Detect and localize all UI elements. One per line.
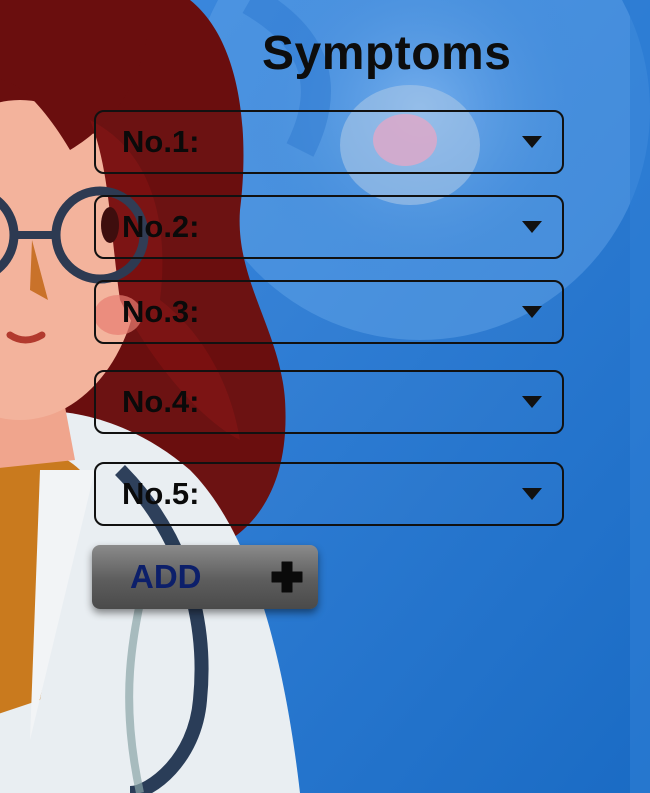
- symptom-dropdown-label: No.2:: [122, 209, 200, 244]
- plus-icon: [271, 561, 303, 593]
- symptom-dropdown-4[interactable]: No.4:: [94, 370, 564, 434]
- symptom-dropdown-5[interactable]: No.5:: [94, 462, 564, 526]
- symptom-dropdown-1[interactable]: No.1:: [94, 110, 564, 174]
- page-title: Symptoms: [262, 27, 512, 80]
- caret-down-icon: [522, 396, 542, 408]
- symptom-dropdown-label: No.3:: [122, 294, 200, 329]
- caret-down-icon: [522, 221, 542, 233]
- caret-down-icon: [522, 488, 542, 500]
- symptom-dropdown-label: No.5:: [122, 476, 200, 511]
- caret-down-icon: [522, 306, 542, 318]
- symptom-dropdown-label: No.4:: [122, 384, 200, 419]
- symptom-dropdown-3[interactable]: No.3:: [94, 280, 564, 344]
- symptom-dropdown-2[interactable]: No.2:: [94, 195, 564, 259]
- add-button-label: ADD: [130, 558, 202, 595]
- caret-down-icon: [522, 136, 542, 148]
- add-symptom-button[interactable]: ADD: [92, 545, 318, 609]
- symptom-dropdown-label: No.1:: [122, 124, 200, 159]
